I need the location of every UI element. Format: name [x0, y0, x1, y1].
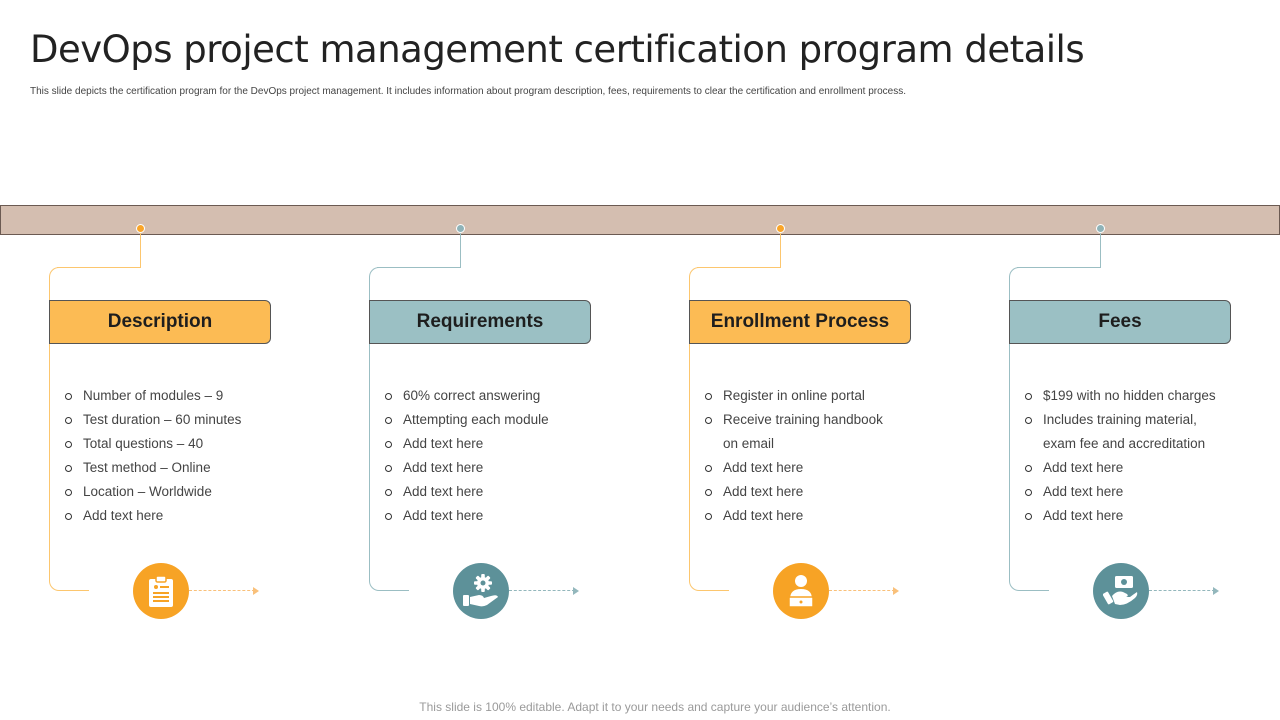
list-item: Includes training material, exam fee and…	[1025, 408, 1225, 456]
dashed-arrow	[189, 590, 255, 591]
list-item: Register in online portal	[705, 384, 895, 408]
list-item: Attempting each module	[385, 408, 615, 432]
list-item: 60% correct answering	[385, 384, 615, 408]
list-item: Add text here	[385, 480, 615, 504]
list-item: Add text here	[385, 456, 615, 480]
list-item: Test duration – 60 minutes	[65, 408, 295, 432]
list-item: Add text here	[705, 480, 895, 504]
connector-vertical	[140, 233, 141, 267]
timeline-pin	[456, 224, 465, 233]
fees-list: $199 with no hidden charges Includes tra…	[1025, 384, 1225, 528]
timeline-pin	[776, 224, 785, 233]
money-in-hand-icon	[1093, 563, 1149, 619]
user-at-laptop-icon	[773, 563, 829, 619]
list-item: Test method – Online	[65, 456, 295, 480]
arrow-head	[1213, 587, 1219, 595]
arrow-head	[573, 587, 579, 595]
list-item: Add text here	[385, 504, 615, 528]
dashed-arrow	[1149, 590, 1215, 591]
dashed-arrow	[509, 590, 575, 591]
column-requirements: Requirements 60% correct answering Attem…	[369, 222, 629, 622]
slide-subtitle: This slide depicts the certification pro…	[30, 86, 906, 97]
connector-vertical	[460, 233, 461, 267]
requirements-list: 60% correct answering Attempting each mo…	[385, 384, 615, 528]
clipboard-document-icon	[133, 563, 189, 619]
column-description: Description Number of modules – 9 Test d…	[49, 222, 309, 622]
list-item: Add text here	[1025, 504, 1225, 528]
header-enrollment-process: Enrollment Process	[689, 300, 911, 344]
list-item: Add text here	[1025, 480, 1225, 504]
list-item: Add text here	[65, 504, 295, 528]
list-item: Add text here	[705, 504, 895, 528]
list-item: Add text here	[385, 432, 615, 456]
list-item: Location – Worldwide	[65, 480, 295, 504]
list-item: Add text here	[1025, 456, 1225, 480]
slide-title: DevOps project management certification …	[30, 28, 1085, 71]
arrow-head	[893, 587, 899, 595]
description-list: Number of modules – 9 Test duration – 60…	[65, 384, 295, 528]
connector-vertical	[1100, 233, 1101, 267]
list-item: Receive training handbook on email	[705, 408, 895, 456]
enrollment-list: Register in online portal Receive traini…	[705, 384, 895, 528]
timeline-pin	[1096, 224, 1105, 233]
column-fees: Fees $199 with no hidden charges Include…	[1009, 222, 1269, 622]
list-item: Total questions – 40	[65, 432, 295, 456]
gear-in-hand-icon	[453, 563, 509, 619]
arrow-head	[253, 587, 259, 595]
list-item: Number of modules – 9	[65, 384, 295, 408]
header-requirements: Requirements	[369, 300, 591, 344]
slide-footer: This slide is 100% editable. Adapt it to…	[419, 700, 891, 714]
list-item: $199 with no hidden charges	[1025, 384, 1225, 408]
timeline-pin	[136, 224, 145, 233]
column-enrollment-process: Enrollment Process Register in online po…	[689, 222, 949, 622]
header-fees: Fees	[1009, 300, 1231, 344]
header-description: Description	[49, 300, 271, 344]
connector-vertical	[780, 233, 781, 267]
dashed-arrow	[829, 590, 895, 591]
list-item: Add text here	[705, 456, 895, 480]
